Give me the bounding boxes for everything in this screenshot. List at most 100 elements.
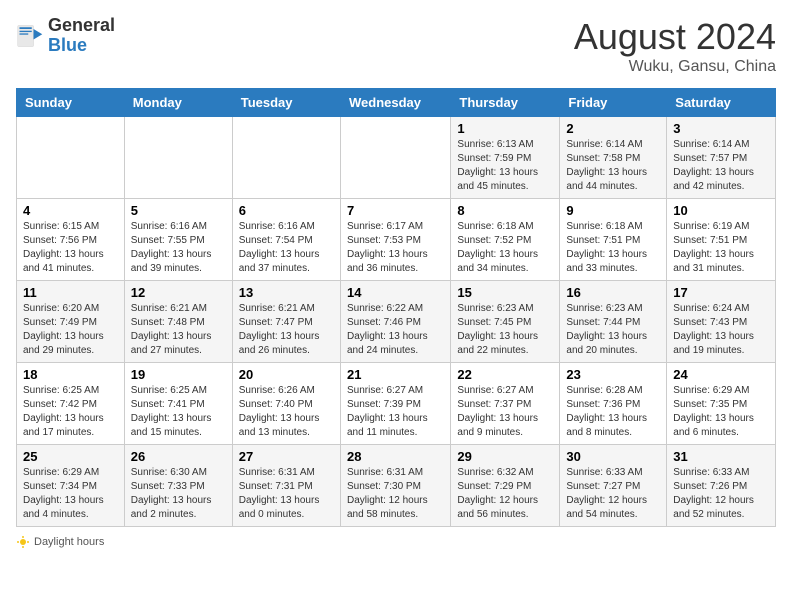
calendar-cell: 20Sunrise: 6:26 AMSunset: 7:40 PMDayligh… <box>232 363 340 445</box>
day-number: 18 <box>23 367 118 382</box>
calendar-cell: 10 Sunrise: 6:19 AMSunset: 7:51 PMDayligh… <box>667 199 776 281</box>
calendar-cell: 5Sunrise: 6:16 AMSunset: 7:55 PMDaylight… <box>124 199 232 281</box>
day-number: 13 <box>239 285 334 300</box>
day-info: Sunrise: 6:14 AMSunset: 7:58 PMDaylight:… <box>566 138 660 194</box>
day-number: 17 <box>673 285 769 300</box>
calendar-cell <box>232 117 340 199</box>
day-number: 19 <box>131 367 226 382</box>
day-number: 7 <box>347 203 444 218</box>
calendar-cell <box>340 117 450 199</box>
day-number: 8 <box>457 203 553 218</box>
day-info: Sunrise: 6:18 AMSunset: 7:52 PMDaylight:… <box>457 220 553 276</box>
weekday-header-tuesday: Tuesday <box>232 89 340 117</box>
day-number: 29 <box>457 449 553 464</box>
weekday-header-row: SundayMondayTuesdayWednesdayThursdayFrid… <box>17 89 776 117</box>
day-number: 11 <box>23 285 118 300</box>
day-number: 2 <box>566 121 660 136</box>
calendar-cell: 12 Sunrise: 6:21 AMSunset: 7:48 PMDayligh… <box>124 281 232 363</box>
day-info: Sunrise: 6:33 AMSunset: 7:26 PMDaylight:… <box>673 466 769 522</box>
daylight-hours-label: Daylight hours <box>16 535 104 549</box>
day-info: Sunrise: 6:16 AMSunset: 7:54 PMDaylight:… <box>239 220 334 276</box>
day-number: 23 <box>566 367 660 382</box>
day-info: Sunrise: 6:21 AMSunset: 7:47 PMDaylight:… <box>239 302 334 358</box>
weekday-header-thursday: Thursday <box>451 89 560 117</box>
calendar-cell: 22Sunrise: 6:27 AMSunset: 7:37 PMDayligh… <box>451 363 560 445</box>
calendar-cell: 15 Sunrise: 6:23 AMSunset: 7:45 PMDayligh… <box>451 281 560 363</box>
calendar-cell: 21Sunrise: 6:27 AMSunset: 7:39 PMDayligh… <box>340 363 450 445</box>
day-info: Sunrise: 6:32 AMSunset: 7:29 PMDaylight:… <box>457 466 553 522</box>
day-info: Sunrise: 6:29 AMSunset: 7:35 PMDaylight:… <box>673 384 769 440</box>
week-row-1: 1 Sunrise: 6:13 AMSunset: 7:59 PMDaylight… <box>17 117 776 199</box>
day-info: Sunrise: 6:13 AMSunset: 7:59 PMDaylight:… <box>457 138 553 194</box>
day-info: Sunrise: 6:23 AMSunset: 7:44 PMDaylight:… <box>566 302 660 358</box>
day-info: Sunrise: 6:18 AMSunset: 7:51 PMDaylight:… <box>566 220 660 276</box>
calendar-cell: 14 Sunrise: 6:22 AMSunset: 7:46 PMDayligh… <box>340 281 450 363</box>
weekday-header-sunday: Sunday <box>17 89 125 117</box>
month-year: August 2024 <box>574 16 776 58</box>
calendar-cell: 17 Sunrise: 6:24 AMSunset: 7:43 PMDayligh… <box>667 281 776 363</box>
calendar-cell: 11 Sunrise: 6:20 AMSunset: 7:49 PMDayligh… <box>17 281 125 363</box>
calendar-cell: 27Sunrise: 6:31 AMSunset: 7:31 PMDayligh… <box>232 445 340 527</box>
day-number: 1 <box>457 121 553 136</box>
day-info: Sunrise: 6:14 AMSunset: 7:57 PMDaylight:… <box>673 138 769 194</box>
calendar-cell: 3 Sunrise: 6:14 AMSunset: 7:57 PMDaylight… <box>667 117 776 199</box>
day-number: 25 <box>23 449 118 464</box>
day-info: Sunrise: 6:30 AMSunset: 7:33 PMDaylight:… <box>131 466 226 522</box>
calendar-cell: 13 Sunrise: 6:21 AMSunset: 7:47 PMDayligh… <box>232 281 340 363</box>
calendar-cell: 1 Sunrise: 6:13 AMSunset: 7:59 PMDaylight… <box>451 117 560 199</box>
calendar-cell: 7 Sunrise: 6:17 AMSunset: 7:53 PMDaylight… <box>340 199 450 281</box>
day-info: Sunrise: 6:19 AMSunset: 7:51 PMDaylight:… <box>673 220 769 276</box>
day-info: Sunrise: 6:23 AMSunset: 7:45 PMDaylight:… <box>457 302 553 358</box>
day-number: 15 <box>457 285 553 300</box>
weekday-header-saturday: Saturday <box>667 89 776 117</box>
day-info: Sunrise: 6:20 AMSunset: 7:49 PMDaylight:… <box>23 302 118 358</box>
day-info: Sunrise: 6:21 AMSunset: 7:48 PMDaylight:… <box>131 302 226 358</box>
logo: GeneralBlue <box>16 16 115 56</box>
day-info: Sunrise: 6:24 AMSunset: 7:43 PMDaylight:… <box>673 302 769 358</box>
calendar-cell: 9 Sunrise: 6:18 AMSunset: 7:51 PMDaylight… <box>560 199 667 281</box>
calendar-cell: 29 Sunrise: 6:32 AMSunset: 7:29 PMDayligh… <box>451 445 560 527</box>
day-info: Sunrise: 6:26 AMSunset: 7:40 PMDaylight:… <box>239 384 334 440</box>
day-info: Sunrise: 6:31 AMSunset: 7:30 PMDaylight:… <box>347 466 444 522</box>
day-number: 3 <box>673 121 769 136</box>
calendar-cell: 18Sunrise: 6:25 AMSunset: 7:42 PMDayligh… <box>17 363 125 445</box>
week-row-4: 18Sunrise: 6:25 AMSunset: 7:42 PMDayligh… <box>17 363 776 445</box>
day-info: Sunrise: 6:15 AMSunset: 7:56 PMDaylight:… <box>23 220 118 276</box>
calendar-cell: 8 Sunrise: 6:18 AMSunset: 7:52 PMDaylight… <box>451 199 560 281</box>
calendar-cell: 23 Sunrise: 6:28 AMSunset: 7:36 PMDayligh… <box>560 363 667 445</box>
day-number: 14 <box>347 285 444 300</box>
calendar-cell: 4Sunrise: 6:15 AMSunset: 7:56 PMDaylight… <box>17 199 125 281</box>
day-info: Sunrise: 6:27 AMSunset: 7:39 PMDaylight:… <box>347 384 444 440</box>
day-number: 9 <box>566 203 660 218</box>
day-number: 24 <box>673 367 769 382</box>
day-number: 30 <box>566 449 660 464</box>
calendar-cell: 28 Sunrise: 6:31 AMSunset: 7:30 PMDayligh… <box>340 445 450 527</box>
day-number: 26 <box>131 449 226 464</box>
calendar-cell: 6Sunrise: 6:16 AMSunset: 7:54 PMDaylight… <box>232 199 340 281</box>
day-number: 31 <box>673 449 769 464</box>
calendar-cell: 30Sunrise: 6:33 AMSunset: 7:27 PMDayligh… <box>560 445 667 527</box>
day-number: 10 <box>673 203 769 218</box>
day-number: 28 <box>347 449 444 464</box>
day-info: Sunrise: 6:25 AMSunset: 7:41 PMDaylight:… <box>131 384 226 440</box>
week-row-3: 11 Sunrise: 6:20 AMSunset: 7:49 PMDayligh… <box>17 281 776 363</box>
calendar-table: SundayMondayTuesdayWednesdayThursdayFrid… <box>16 88 776 527</box>
day-info: Sunrise: 6:22 AMSunset: 7:46 PMDaylight:… <box>347 302 444 358</box>
day-info: Sunrise: 6:17 AMSunset: 7:53 PMDaylight:… <box>347 220 444 276</box>
day-info: Sunrise: 6:28 AMSunset: 7:36 PMDaylight:… <box>566 384 660 440</box>
calendar-cell: 25 Sunrise: 6:29 AMSunset: 7:34 PMDayligh… <box>17 445 125 527</box>
day-number: 5 <box>131 203 226 218</box>
day-number: 16 <box>566 285 660 300</box>
weekday-header-monday: Monday <box>124 89 232 117</box>
calendar-cell: 26 Sunrise: 6:30 AMSunset: 7:33 PMDayligh… <box>124 445 232 527</box>
day-number: 12 <box>131 285 226 300</box>
sun-icon <box>16 535 30 549</box>
calendar-cell: 19 Sunrise: 6:25 AMSunset: 7:41 PMDayligh… <box>124 363 232 445</box>
day-number: 27 <box>239 449 334 464</box>
day-info: Sunrise: 6:27 AMSunset: 7:37 PMDaylight:… <box>457 384 553 440</box>
week-row-2: 4Sunrise: 6:15 AMSunset: 7:56 PMDaylight… <box>17 199 776 281</box>
location: Wuku, Gansu, China <box>574 58 776 76</box>
logo-icon <box>16 22 44 50</box>
footer: Daylight hours <box>16 535 776 549</box>
day-info: Sunrise: 6:29 AMSunset: 7:34 PMDaylight:… <box>23 466 118 522</box>
